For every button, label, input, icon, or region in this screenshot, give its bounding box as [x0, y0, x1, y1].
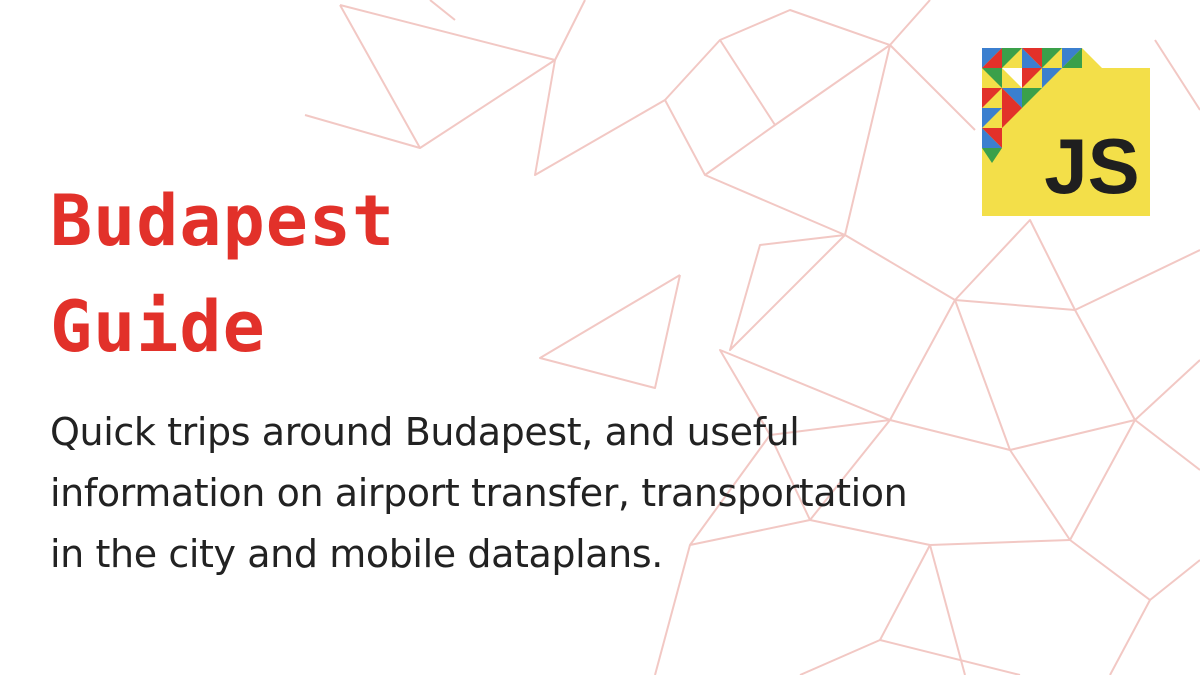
- description-line-1: Quick trips around Budapest, and useful: [50, 410, 800, 454]
- title-line-2: Guide: [50, 286, 266, 368]
- logo-text: JS: [1044, 122, 1139, 210]
- page-title: Budapest Guide: [50, 168, 395, 380]
- js-conference-logo: JS: [982, 48, 1150, 216]
- description-line-3: in the city and mobile dataplans.: [50, 532, 663, 576]
- page-description: Quick trips around Budapest, and useful …: [50, 402, 1050, 585]
- description-line-2: information on airport transfer, transpo…: [50, 471, 908, 515]
- title-line-1: Budapest: [50, 180, 396, 262]
